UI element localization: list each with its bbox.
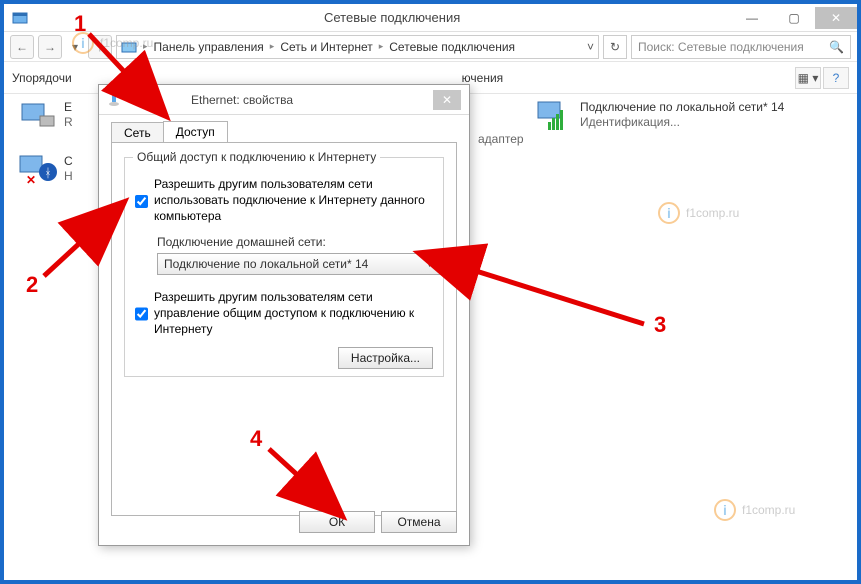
tab-sharing[interactable]: Доступ <box>163 121 228 142</box>
toolbar-text-cut: ючения <box>462 71 504 85</box>
breadcrumb-item[interactable]: Панель управления <box>154 40 264 54</box>
svg-text:✕: ✕ <box>26 173 36 186</box>
allow-sharing-label: Разрешить другим пользователям сети испо… <box>154 176 433 225</box>
chevron-down-icon[interactable]: ˅ <box>587 40 594 54</box>
allow-control-label: Разрешить другим пользователям сети упра… <box>154 289 433 338</box>
chevron-down-icon: ▼ <box>425 259 434 269</box>
adapter-local[interactable]: Подключение по локальной сети* 14Идентиф… <box>534 100 794 132</box>
window-icon <box>12 10 28 26</box>
dialog-icon <box>107 93 121 107</box>
ok-button[interactable]: ОК <box>299 511 375 533</box>
address-bar: ← → ▾ ↑ ▸ Панель управления ▸ Сеть и Инт… <box>4 32 857 62</box>
breadcrumb-item[interactable]: Сетевые подключения <box>389 40 515 54</box>
view-button[interactable]: ▦ ▾ <box>795 67 821 89</box>
up-button[interactable]: ↑ <box>88 35 112 59</box>
refresh-button[interactable]: ↻ <box>603 35 627 59</box>
settings-button[interactable]: Настройка... <box>338 347 433 369</box>
adapter-icon <box>534 100 574 132</box>
tab-body: Общий доступ к подключению к Интернету Р… <box>111 142 457 516</box>
properties-dialog: Ethernet: свойства ✕ Сеть Доступ Общий д… <box>98 84 470 546</box>
help-button[interactable]: ? <box>823 67 849 89</box>
breadcrumb[interactable]: ▸ Панель управления ▸ Сеть и Интернет ▸ … <box>116 35 599 59</box>
combo-value: Подключение по локальной сети* 14 <box>164 257 368 271</box>
search-input[interactable]: Поиск: Сетевые подключения 🔍 <box>631 35 851 59</box>
maximize-button[interactable]: ▢ <box>773 7 815 29</box>
dialog-titlebar: Ethernet: свойства ✕ <box>99 85 469 115</box>
search-icon: 🔍 <box>829 40 844 54</box>
group-title: Общий доступ к подключению к Интернету <box>133 150 380 164</box>
forward-button[interactable]: → <box>38 35 62 59</box>
window-title: Сетевые подключения <box>324 10 460 25</box>
dialog-close-button[interactable]: ✕ <box>433 90 461 110</box>
adapter-item[interactable]: адаптер <box>478 132 568 147</box>
location-icon <box>121 39 137 55</box>
breadcrumb-item[interactable]: Сеть и Интернет <box>280 40 372 54</box>
search-placeholder: Поиск: Сетевые подключения <box>638 40 804 54</box>
allow-sharing-checkbox[interactable] <box>135 178 148 225</box>
close-button[interactable]: ✕ <box>815 7 857 29</box>
titlebar: Сетевые подключения — ▢ ✕ <box>4 4 857 32</box>
home-network-combo[interactable]: Подключение по локальной сети* 14 ▼ <box>157 253 441 275</box>
back-button[interactable]: ← <box>10 35 34 59</box>
tab-network[interactable]: Сеть <box>111 122 164 143</box>
dialog-title: Ethernet: свойства <box>191 93 293 107</box>
svg-text:ᚼ: ᚼ <box>44 166 51 180</box>
adapter-icon <box>18 100 58 132</box>
history-dropdown[interactable]: ▾ <box>66 35 84 59</box>
minimize-button[interactable]: — <box>731 7 773 29</box>
adapter-icon: ᚼ✕ <box>18 154 58 186</box>
allow-control-checkbox[interactable] <box>135 291 148 338</box>
cancel-button[interactable]: Отмена <box>381 511 457 533</box>
organize-button[interactable]: Упорядочи <box>12 71 72 85</box>
sharing-group: Общий доступ к подключению к Интернету Р… <box>124 157 444 377</box>
home-network-label: Подключение домашней сети: <box>157 235 433 249</box>
